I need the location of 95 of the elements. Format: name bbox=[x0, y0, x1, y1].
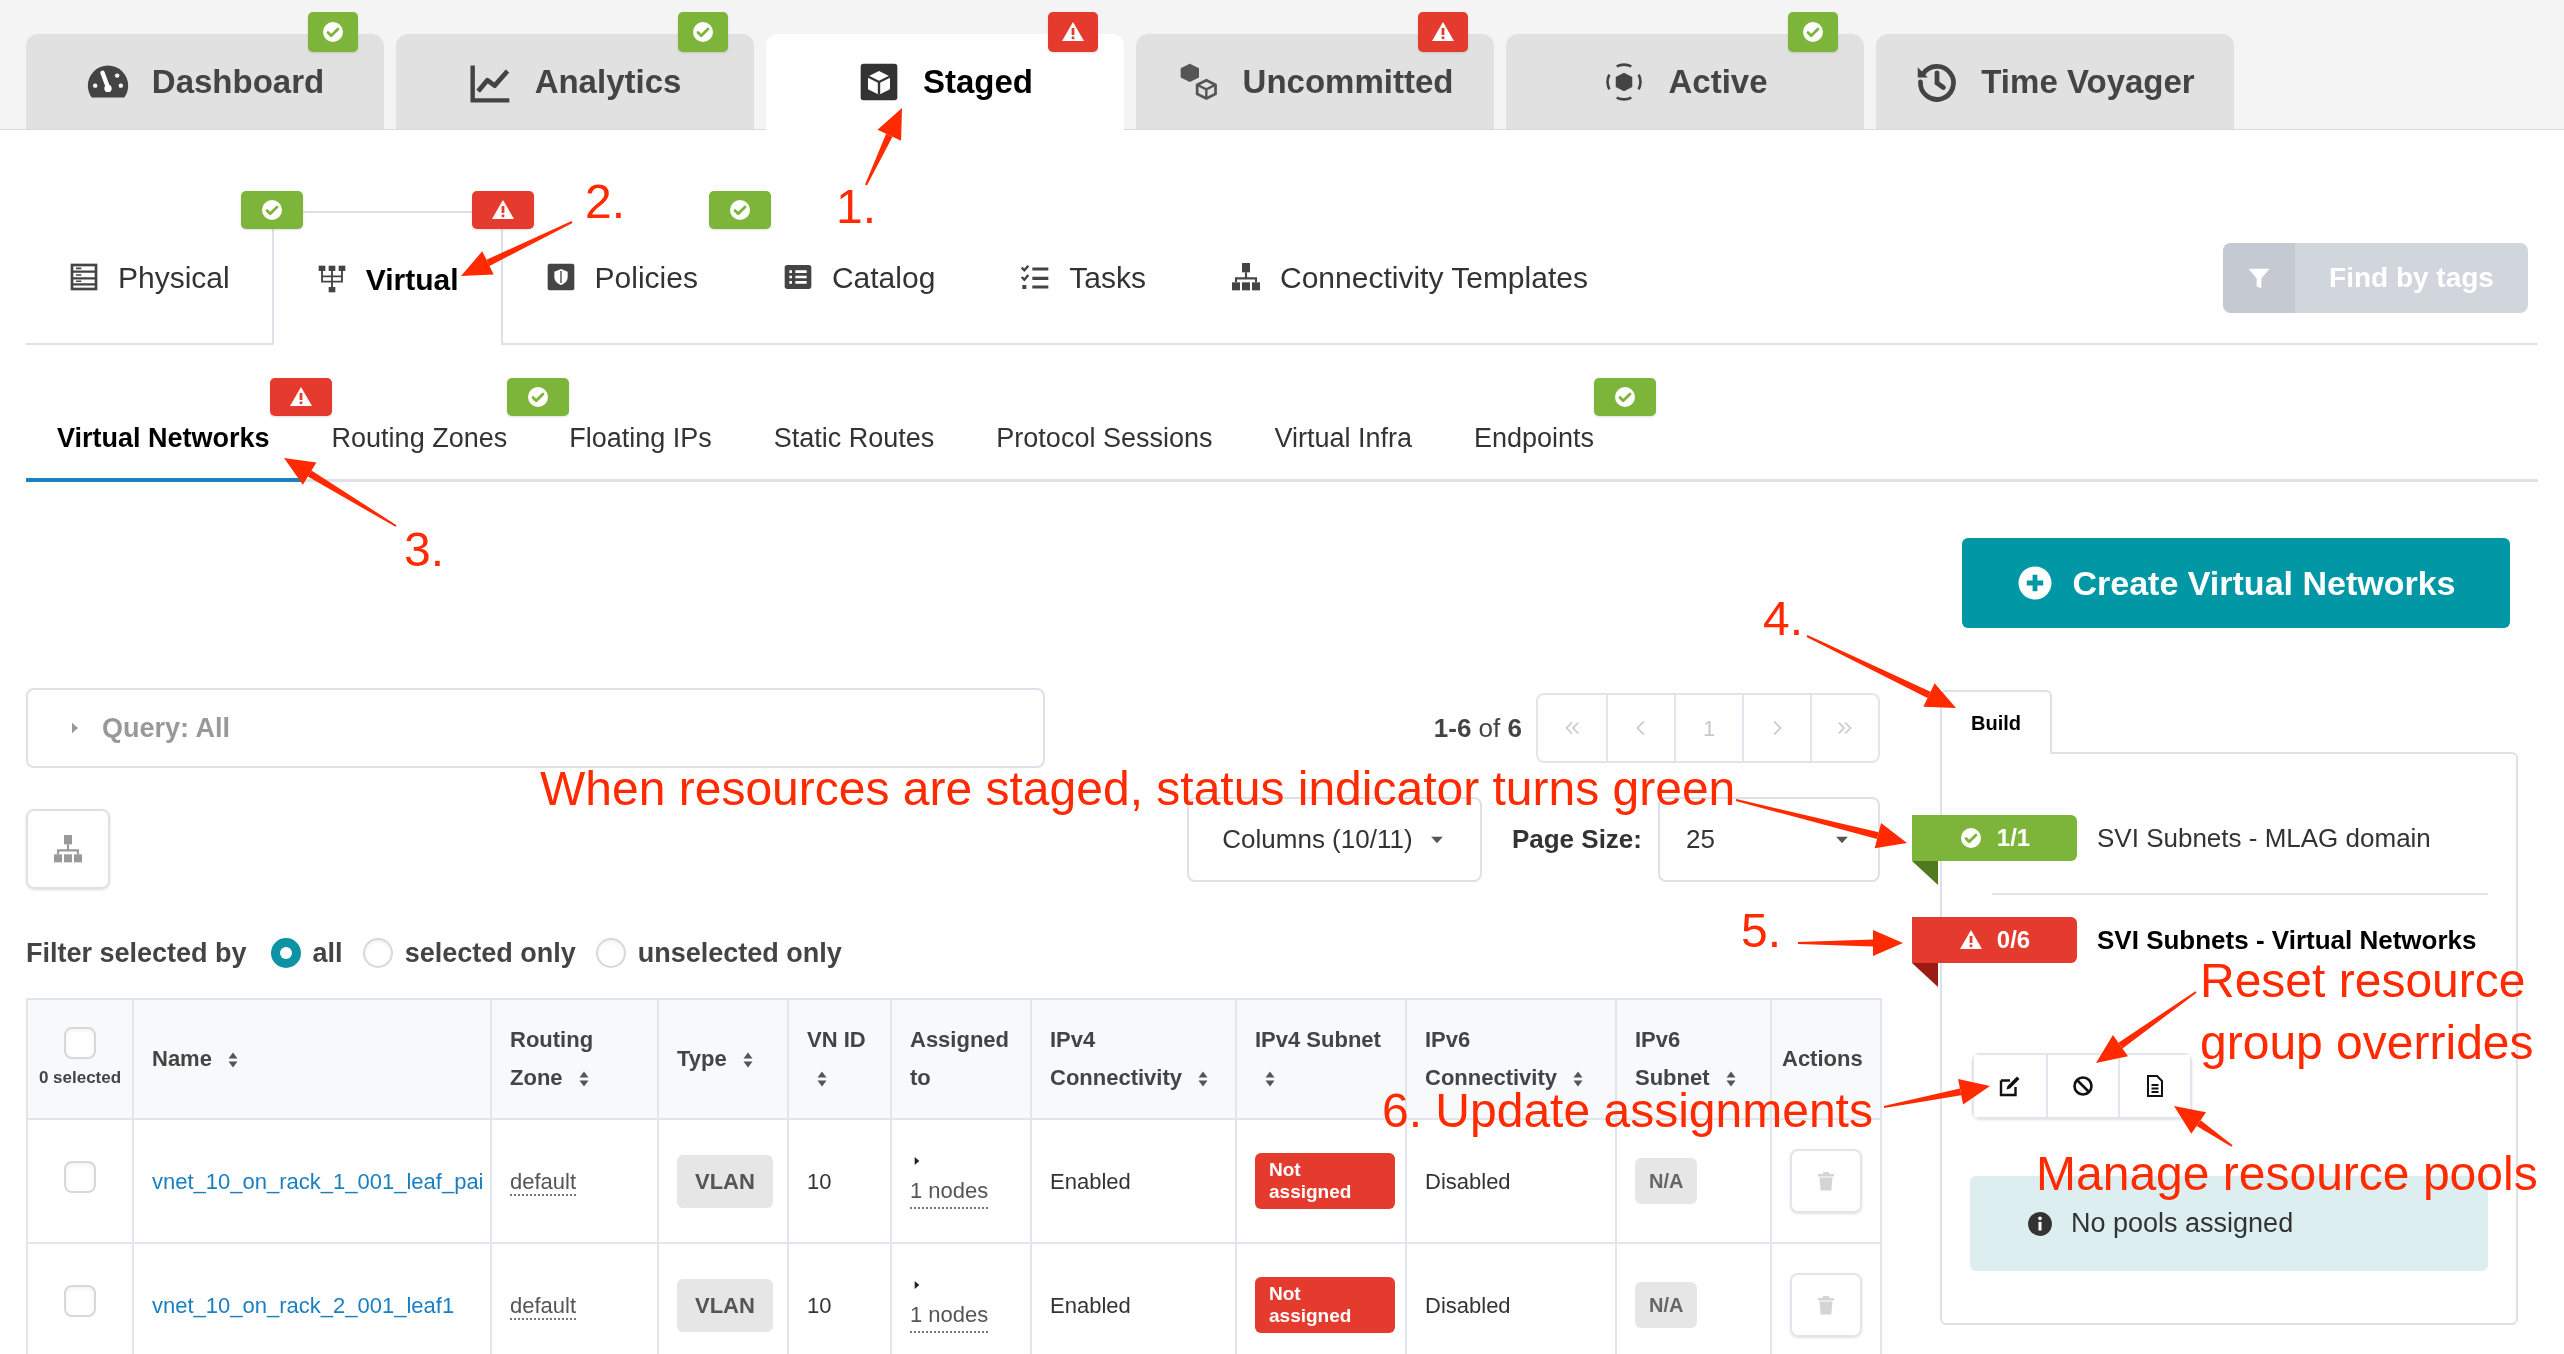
tab-label: Routing Zones bbox=[331, 421, 508, 455]
type-tag: VLAN bbox=[677, 1154, 773, 1208]
annotation-text: 3. bbox=[404, 522, 445, 578]
tab-label: Tasks bbox=[1069, 259, 1146, 296]
radio-button[interactable] bbox=[270, 938, 301, 968]
hierarchy-button[interactable] bbox=[26, 809, 110, 889]
main-tab[interactable]: Analytics bbox=[396, 34, 754, 129]
query-label: Query: All bbox=[102, 711, 231, 745]
message-text: No pools assigned bbox=[2071, 1207, 2294, 1241]
table-cell: 10 bbox=[807, 1168, 832, 1194]
type-tag: VLAN bbox=[677, 1278, 773, 1332]
column-header[interactable]: Name bbox=[152, 1040, 243, 1078]
annotation-arrow bbox=[2174, 1106, 2233, 1147]
edit-button[interactable] bbox=[1974, 1055, 2046, 1117]
nav-tab[interactable]: Tasks bbox=[977, 211, 1188, 343]
radio-button[interactable] bbox=[362, 938, 393, 968]
page-size-label: Page Size: bbox=[1511, 823, 1642, 856]
main-tab[interactable]: Dashboard bbox=[26, 34, 384, 129]
check-circle-icon bbox=[1958, 826, 1983, 850]
status-ribbon: 0/6 bbox=[1912, 917, 2077, 963]
page-summary: 1-6 of 6 bbox=[1433, 711, 1522, 745]
tab-label: Floating IPs bbox=[569, 421, 712, 455]
status-ribbon: 1/1 bbox=[1912, 815, 2077, 861]
radio-label: unselected only bbox=[637, 936, 842, 970]
nav-tab[interactable]: Connectivity Templates bbox=[1188, 211, 1630, 343]
hierarchy-icon bbox=[52, 833, 84, 865]
main-tab[interactable]: Uncommitted bbox=[1136, 34, 1494, 129]
ban-icon bbox=[2071, 1074, 2095, 1098]
tab-label: Protocol Sessions bbox=[996, 421, 1213, 455]
column-header: Actions bbox=[1782, 1045, 1863, 1073]
radio-label: selected only bbox=[404, 936, 576, 970]
radio-button[interactable] bbox=[595, 938, 626, 968]
table-cell: 10 bbox=[807, 1292, 832, 1318]
section-tab[interactable]: Routing Zones bbox=[300, 345, 539, 482]
main-tab[interactable]: Time Voyager bbox=[1876, 34, 2234, 129]
status-tag: N/A bbox=[1635, 1282, 1698, 1328]
routing-zone-value: default bbox=[510, 1168, 577, 1196]
radio-label: all bbox=[312, 936, 343, 970]
tab-label: Analytics bbox=[534, 61, 682, 102]
annotation-text: 2. bbox=[585, 174, 626, 230]
checkbox[interactable] bbox=[64, 1027, 96, 1060]
filter-label: Filter selected by bbox=[26, 936, 247, 970]
tab-label: Active bbox=[1668, 61, 1768, 102]
tab-label: Static Routes bbox=[773, 421, 935, 455]
reset-button[interactable] bbox=[2046, 1055, 2118, 1117]
tab-label: Virtual bbox=[365, 261, 459, 298]
build-tab[interactable]: Build bbox=[1940, 690, 2052, 754]
nav-tab[interactable]: Physical bbox=[26, 211, 272, 343]
hierarchy-icon bbox=[1230, 261, 1262, 293]
table-cell: Disabled bbox=[1425, 1168, 1511, 1194]
plus-icon bbox=[2016, 565, 2053, 601]
routing-zone-value: default bbox=[510, 1292, 577, 1320]
warning-icon bbox=[1958, 928, 1983, 952]
section-tab[interactable]: Static Routes bbox=[742, 345, 966, 482]
main-tab[interactable]: Staged bbox=[766, 34, 1124, 130]
tab-label: Time Voyager bbox=[1981, 61, 2195, 102]
tab-label: Policies bbox=[594, 259, 698, 296]
section-tab[interactable]: Floating IPs bbox=[538, 345, 743, 482]
nav-tab[interactable]: Virtual bbox=[271, 211, 503, 345]
selected-count: 0 selected bbox=[38, 1067, 122, 1090]
checkbox[interactable] bbox=[64, 1284, 96, 1317]
create-button[interactable]: Create Virtual Networks bbox=[1962, 538, 2510, 628]
section-tab[interactable]: Protocol Sessions bbox=[965, 345, 1244, 482]
network-link[interactable]: vnet_10_on_rack_2_001_leaf1 bbox=[152, 1292, 455, 1318]
tab-label: Virtual Infra bbox=[1274, 421, 1413, 455]
network-link[interactable]: vnet_10_on_rack_1_001_leaf_pai bbox=[152, 1168, 484, 1194]
tab-label: Uncommitted bbox=[1242, 61, 1454, 102]
resource-group-link[interactable]: SVI Subnets - MLAG domain bbox=[2097, 818, 2431, 858]
edit-icon bbox=[1998, 1074, 2022, 1098]
status-tag: N/A bbox=[1635, 1158, 1698, 1204]
tab-label: Endpoints bbox=[1474, 421, 1595, 455]
annotation-text: 4. bbox=[1763, 591, 1804, 647]
table-cell: Enabled bbox=[1050, 1292, 1131, 1318]
section-tab[interactable]: Endpoints bbox=[1443, 345, 1626, 482]
info-icon bbox=[2027, 1210, 2053, 1237]
status-tag: Not assigned bbox=[1255, 1277, 1395, 1333]
section-tab[interactable]: Virtual Infra bbox=[1243, 345, 1444, 482]
annotation-text: 5. bbox=[1741, 903, 1782, 959]
annotation-text: 1. bbox=[836, 179, 877, 235]
server-icon bbox=[68, 261, 100, 293]
checkbox[interactable] bbox=[64, 1160, 96, 1193]
status-tag: Not assigned bbox=[1255, 1153, 1395, 1209]
tab-label: Staged bbox=[923, 62, 1033, 103]
tab-label: Physical bbox=[118, 259, 230, 296]
annotation-text: Manage resource pools bbox=[2036, 1146, 2538, 1202]
tab-label: Dashboard bbox=[151, 61, 325, 102]
column-header: Assigned to bbox=[910, 1026, 1011, 1092]
table-cell: Enabled bbox=[1050, 1168, 1131, 1194]
document-button[interactable] bbox=[2118, 1055, 2190, 1117]
tab-label: Connectivity Templates bbox=[1280, 259, 1588, 296]
tab-label: Virtual Networks bbox=[57, 421, 270, 455]
tab-label: Catalog bbox=[831, 259, 936, 296]
table-cell: Disabled bbox=[1425, 1292, 1511, 1318]
main-tab[interactable]: Active bbox=[1506, 34, 1864, 129]
column-header[interactable]: Type bbox=[677, 1040, 757, 1078]
